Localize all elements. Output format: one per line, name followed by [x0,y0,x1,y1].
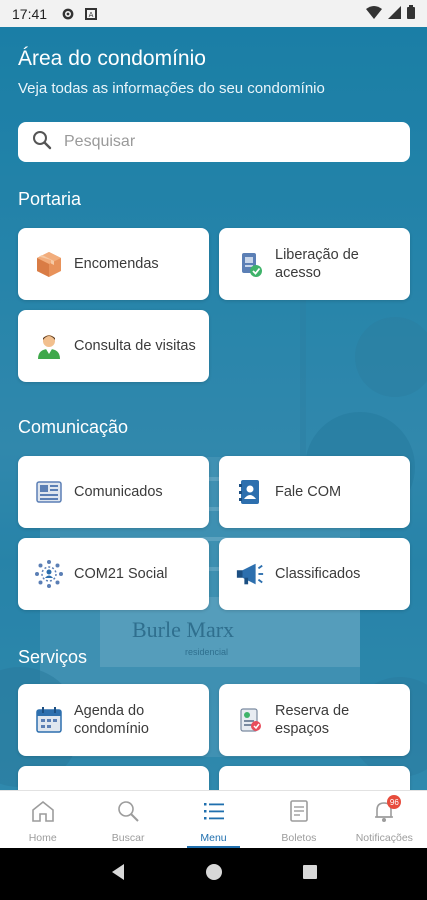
building-sign-subtext: residencial [185,647,228,657]
system-navigation-bar [0,848,427,900]
home-circle-icon[interactable] [205,863,223,886]
home-icon [30,799,56,828]
nav-notificacoes-label: Notificações [355,832,413,844]
building-sign-text: Burle Marx [132,617,234,642]
nav-home-label: Home [28,832,57,844]
nav-boletos-label: Boletos [281,832,317,844]
search-icon [116,799,140,828]
page-subtitle: Veja todas as informações do seu condomí… [18,80,325,97]
card-label: COM21 Social [74,566,168,582]
card-classificados[interactable]: Classificados [219,538,410,610]
card-label: Classificados [275,566,361,582]
access-badge-icon [235,249,265,279]
package-icon [34,249,64,279]
bottom-navigation: Home Buscar Menu Boletos 96 Notificações [0,790,427,848]
nav-menu-label: Menu [200,832,227,844]
section-comunicacao: Comunicação [18,417,129,437]
card-label: Comunicados [74,484,163,500]
card-label: Fale COM [275,484,342,500]
megaphone-icon [235,559,265,589]
card-encomendas[interactable]: Encomendas [18,228,209,300]
menu-icon [201,799,227,828]
nav-boletos[interactable]: Boletos [256,791,341,848]
card-com21-social[interactable]: COM21 Social [18,538,209,610]
recents-icon[interactable] [302,864,318,885]
card-comunicados[interactable]: Comunicados [18,456,209,528]
settings-status-icon [61,7,75,21]
page-title: Área do condomínio [18,47,206,70]
reservation-icon [235,705,265,735]
visitor-icon [34,331,64,361]
battery-icon [407,5,415,22]
wifi-icon [366,5,382,22]
card-agenda[interactable]: Agenda do condomínio [18,684,209,756]
card-consulta-visitas[interactable]: Consulta de visitas [18,310,209,382]
social-network-icon [34,559,64,589]
nav-buscar-label: Buscar [111,832,145,844]
card-reserva[interactable]: Reserva de espaços [219,684,410,756]
card-fale-com[interactable]: Fale COM [219,456,410,528]
card-label: Consulta de visitas [74,338,196,354]
status-time: 17:41 [12,5,48,22]
newspaper-icon [34,477,64,507]
main-content[interactable]: Burle Marx residencial Área do condomíni… [0,27,427,790]
calendar-icon [34,705,64,735]
nav-menu[interactable]: Menu [171,791,256,848]
card-label: Agenda do condomínio [74,703,149,737]
nav-notificacoes[interactable]: 96 Notificações [342,791,427,848]
card-label: Liberação de acesso [275,247,359,281]
card-label: Reserva de espaços [275,703,350,737]
nav-home[interactable]: Home [0,791,85,848]
status-bar: 17:41 A [0,0,427,27]
section-servicos: Serviços [18,647,88,667]
nav-buscar[interactable]: Buscar [85,791,170,848]
app-status-icon: A [85,7,98,20]
search-placeholder: Pesquisar [64,133,136,150]
card-label: Encomendas [74,256,159,272]
card-partial-right[interactable] [219,766,410,790]
section-portaria: Portaria [18,189,82,209]
card-partial-left[interactable] [18,766,209,790]
notification-badge: 96 [387,795,402,809]
signal-icon [388,5,401,22]
search-input[interactable]: Pesquisar [18,122,410,162]
contact-book-icon [235,477,265,507]
back-icon[interactable] [110,863,126,886]
card-liberacao-acesso[interactable]: Liberação de acesso [219,228,410,300]
invoice-icon [287,799,311,828]
search-icon [32,130,52,155]
svg-text:A: A [89,11,94,19]
